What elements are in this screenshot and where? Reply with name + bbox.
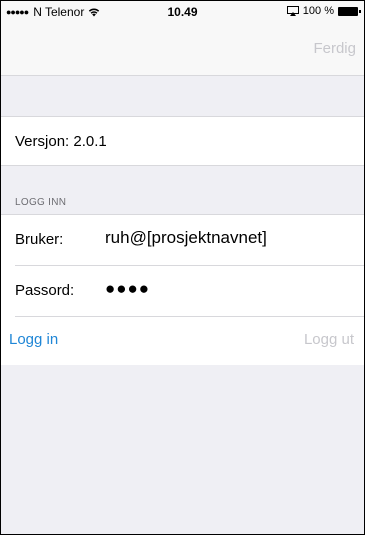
- navigation-bar: Ferdig: [1, 23, 364, 76]
- status-right: 100 %: [286, 5, 361, 17]
- logout-button[interactable]: Logg ut: [304, 331, 354, 348]
- user-label: Bruker:: [15, 231, 64, 248]
- status-bar: ●●●●● N Telenor 10.49 100 %: [1, 1, 364, 23]
- user-field[interactable]: ruh@[prosjektnavnet]: [105, 228, 355, 248]
- battery-icon: [338, 6, 361, 16]
- battery-percent: 100 %: [302, 5, 334, 17]
- version-group: Versjon: 2.0.1: [1, 116, 364, 166]
- version-label: Versjon: 2.0.1: [15, 133, 107, 150]
- settings-screen: ●●●●● N Telenor 10.49 100 % Ferdig Versj…: [0, 0, 365, 535]
- user-row: Bruker: ruh@[prosjektnavnet]: [1, 215, 364, 265]
- password-field[interactable]: ●●●●: [105, 279, 150, 299]
- login-section-header: LOGG INN: [15, 197, 67, 208]
- done-button[interactable]: Ferdig: [313, 40, 356, 57]
- password-label: Passord:: [15, 282, 75, 299]
- login-button[interactable]: Logg in: [9, 331, 58, 348]
- login-actions-row: Logg in Logg ut: [1, 317, 364, 367]
- airplay-icon: [286, 6, 299, 16]
- password-row: Passord: ●●●●: [1, 266, 364, 316]
- login-group: Bruker: ruh@[prosjektnavnet] Passord: ●●…: [1, 214, 364, 365]
